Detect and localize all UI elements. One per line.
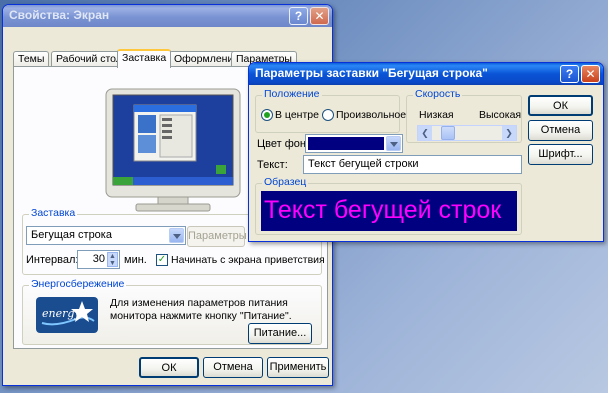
tab-desktop[interactable]: Рабочий стол <box>51 51 127 67</box>
window-title: Свойства: Экран <box>9 8 110 22</box>
speed-slider-thumb[interactable] <box>441 126 456 140</box>
speed-slider[interactable]: ❮ ❯ <box>417 125 517 141</box>
speed-group-label: Скорость <box>413 88 463 100</box>
screensaver-params-button[interactable]: Параметры <box>187 226 247 247</box>
cancel-button[interactable]: Отмена <box>528 120 593 141</box>
help-button[interactable]: ? <box>289 7 308 25</box>
interval-stepper[interactable]: 30 ▲ ▼ <box>77 250 120 269</box>
welcome-checkbox-label: Начинать с экрана приветствия <box>171 254 325 266</box>
close-button[interactable]: ✕ <box>310 7 329 25</box>
screensaver-select-value: Бегущая строка <box>31 229 112 241</box>
power-description: Для изменения параметров питания монитор… <box>110 297 292 322</box>
sample-preview: Текст бегущей строк <box>261 191 517 231</box>
help-button[interactable]: ? <box>560 65 579 83</box>
position-center-radio[interactable] <box>261 109 273 121</box>
welcome-checkbox[interactable]: ✓ <box>156 254 168 266</box>
ok-button[interactable]: ОК <box>139 357 199 378</box>
interval-label: Интервал: <box>26 254 79 266</box>
stepper-arrows-icon[interactable]: ▲ ▼ <box>107 252 118 267</box>
chevron-down-icon[interactable] <box>386 136 401 151</box>
display-properties-titlebar[interactable]: Свойства: Экран ? ✕ <box>3 5 332 27</box>
text-label: Текст: <box>257 159 288 171</box>
position-group-label: Положение <box>262 88 322 100</box>
screensaver-group-label: Заставка <box>29 207 78 219</box>
interval-unit: мин. <box>124 254 147 266</box>
svg-text:energy: energy <box>42 307 81 320</box>
marquee-settings-window: Параметры заставки "Бегущая строка" ? ✕ … <box>248 62 604 242</box>
marquee-settings-titlebar[interactable]: Параметры заставки "Бегущая строка" ? ✕ <box>249 63 603 85</box>
marquee-text-input[interactable]: Текст бегущей строки <box>303 155 522 174</box>
interval-value: 30 <box>92 253 105 265</box>
tab-screensaver[interactable]: Заставка <box>117 49 172 68</box>
bg-color-select[interactable] <box>305 134 403 153</box>
monitor-preview <box>105 88 241 212</box>
energy-star-logo: energy <box>36 297 98 333</box>
chevron-left-icon[interactable]: ❮ <box>418 126 432 140</box>
screensaver-select[interactable]: Бегущая строка <box>26 226 186 245</box>
power-group-label: Энергосбережение <box>29 278 127 290</box>
apply-button[interactable]: Применить <box>267 357 329 378</box>
bg-color-swatch <box>308 137 384 150</box>
speed-low-label: Низкая <box>419 109 454 121</box>
tab-themes[interactable]: Темы <box>13 51 50 67</box>
sample-preview-text: Текст бегущей строк <box>264 196 502 224</box>
font-button[interactable]: Шрифт... <box>528 144 593 165</box>
ok-button[interactable]: ОК <box>528 95 593 116</box>
power-button[interactable]: Питание... <box>248 323 312 344</box>
position-center-label: В центре <box>275 109 319 121</box>
position-random-label: Произвольное <box>336 109 407 121</box>
chevron-right-icon[interactable]: ❯ <box>502 126 516 140</box>
close-button[interactable]: ✕ <box>581 65 600 83</box>
speed-high-label: Высокая <box>479 109 522 121</box>
cancel-button[interactable]: Отмена <box>203 357 263 378</box>
chevron-down-icon[interactable] <box>169 228 184 243</box>
sample-group-label: Образец <box>262 176 309 188</box>
marquee-text-value: Текст бегущей строки <box>308 158 419 170</box>
marquee-window-title: Параметры заставки "Бегущая строка" <box>255 66 488 80</box>
position-random-radio[interactable] <box>322 109 334 121</box>
